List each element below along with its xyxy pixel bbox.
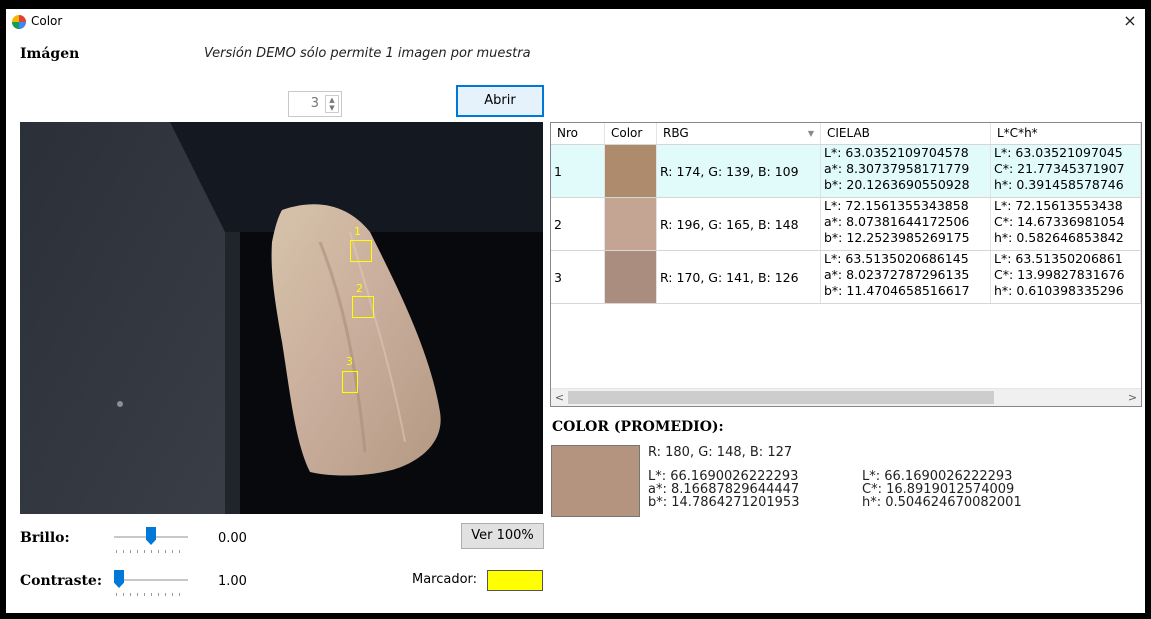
scroll-right-icon[interactable]: >: [1124, 389, 1141, 406]
brightness-value: 0.00: [218, 531, 247, 546]
marker-color-picker[interactable]: [487, 570, 543, 591]
color-wheel-icon: [12, 15, 26, 29]
cell-lch: L*: 63.03521097045 C*: 21.77345371907 h*…: [991, 145, 1141, 197]
color-swatch: [605, 251, 656, 303]
column-header-cielab[interactable]: CIELAB: [821, 123, 991, 144]
marker-label-text: Marcador:: [412, 572, 478, 587]
cell-rgb: R: 196, G: 165, B: 148: [657, 198, 821, 250]
grid-header: Nro Color RBG ▼ CIELAB L*C*h*: [551, 123, 1141, 145]
average-rgb: R: 180, G: 148, B: 127: [648, 445, 793, 460]
spinner-arrows[interactable]: ▲ ▼: [325, 95, 339, 113]
table-row[interactable]: 1 R: 174, G: 139, B: 109 L*: 63.03521097…: [551, 145, 1141, 198]
column-header-lch[interactable]: L*C*h*: [991, 123, 1141, 144]
cell-color: [605, 145, 657, 197]
sample-photo: [20, 122, 543, 514]
cell-nro: 1: [551, 145, 605, 197]
sample-marker-3[interactable]: [342, 371, 358, 393]
cell-lch: L*: 72.15613553438 C*: 14.67336981054 h*…: [991, 198, 1141, 250]
title-bar: Color ×: [6, 9, 1145, 33]
contrast-label: Contraste:: [20, 573, 102, 589]
cell-nro: 2: [551, 198, 605, 250]
cell-nro: 3: [551, 251, 605, 303]
marker-label: 3: [346, 355, 353, 368]
brightness-label: Brillo:: [20, 530, 70, 546]
slider-thumb[interactable]: [114, 570, 124, 588]
sample-count-value: 3: [310, 96, 319, 111]
window-title: Color: [31, 14, 63, 28]
color-swatch: [605, 145, 656, 197]
cell-color: [605, 198, 657, 250]
cell-cielab: L*: 63.5135020686145 a*: 8.0237278729613…: [821, 251, 991, 303]
cell-cielab: L*: 63.0352109704578 a*: 8.3073795817177…: [821, 145, 991, 197]
slider-ticks: [116, 550, 186, 553]
color-data-grid[interactable]: Nro Color RBG ▼ CIELAB L*C*h* 1 R: 174, …: [550, 122, 1142, 407]
table-row[interactable]: 3 R: 170, G: 141, B: 126 L*: 63.51350206…: [551, 251, 1141, 304]
color-swatch: [605, 198, 656, 250]
scrollbar-thumb[interactable]: [568, 391, 994, 404]
cell-color: [605, 251, 657, 303]
column-header-color[interactable]: Color: [605, 123, 657, 144]
scroll-left-icon[interactable]: <: [551, 389, 568, 406]
average-lch: L*: 66.1690026222293 C*: 16.891901257400…: [862, 469, 1022, 510]
column-header-nro[interactable]: Nro: [551, 123, 605, 144]
horizontal-scrollbar[interactable]: < >: [551, 388, 1141, 406]
cell-rgb: R: 170, G: 141, B: 126: [657, 251, 821, 303]
image-label: Imágen: [20, 46, 80, 62]
close-button[interactable]: ×: [1115, 9, 1145, 33]
column-header-rgb-label: RBG: [663, 126, 689, 140]
average-color-swatch: [551, 445, 640, 517]
slider-track: [114, 579, 188, 581]
marker-label: 1: [354, 225, 361, 238]
sample-marker-2[interactable]: [352, 296, 374, 318]
sample-marker-1[interactable]: [350, 240, 372, 262]
contrast-value: 1.00: [218, 574, 247, 589]
brightness-slider[interactable]: [114, 527, 188, 557]
spinner-down-icon[interactable]: ▼: [326, 104, 338, 112]
slider-thumb[interactable]: [146, 527, 156, 545]
demo-note: Versión DEMO sólo permite 1 imagen por m…: [204, 46, 531, 61]
spinner-up-icon[interactable]: ▲: [326, 96, 338, 104]
table-row[interactable]: 2 R: 196, G: 165, B: 148 L*: 72.15613553…: [551, 198, 1141, 251]
marker-label: 2: [356, 282, 363, 295]
average-cielab: L*: 66.1690026222293 a*: 8.1668782964444…: [648, 469, 800, 510]
app-window: Color × Imágen Versión DEMO sólo permite…: [6, 9, 1145, 613]
sort-chevron-icon[interactable]: ▼: [808, 123, 814, 144]
contrast-slider[interactable]: [114, 570, 188, 600]
image-preview[interactable]: 1 2 3: [20, 122, 543, 514]
slider-ticks: [116, 593, 186, 596]
view-100-button[interactable]: Ver 100%: [461, 523, 544, 549]
average-color-title: COLOR (PROMEDIO):: [552, 419, 724, 435]
column-header-rgb[interactable]: RBG ▼: [657, 123, 821, 144]
sample-count-spinner[interactable]: 3 ▲ ▼: [288, 91, 342, 117]
open-button[interactable]: Abrir: [456, 85, 544, 117]
cell-cielab: L*: 72.1561355343858 a*: 8.0738164417250…: [821, 198, 991, 250]
cell-lch: L*: 63.51350206861 C*: 13.99827831676 h*…: [991, 251, 1141, 303]
cell-rgb: R: 174, G: 139, B: 109: [657, 145, 821, 197]
